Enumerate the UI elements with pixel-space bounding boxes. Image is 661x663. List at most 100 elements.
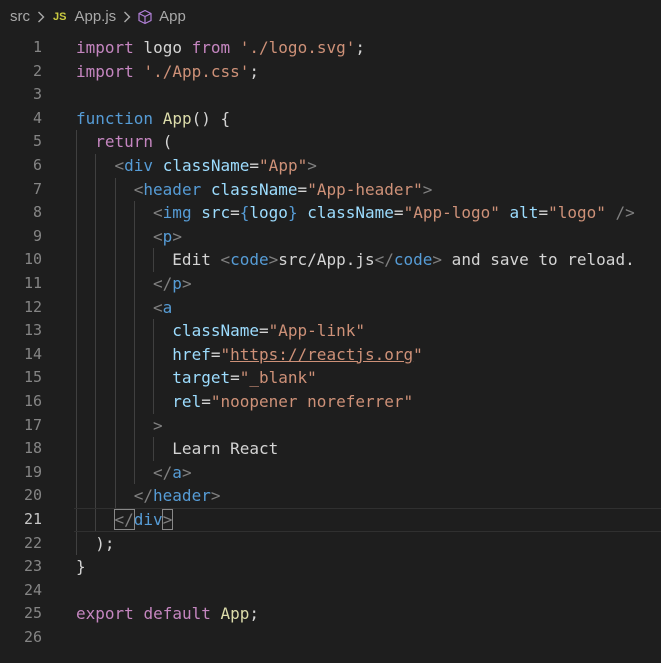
code-line[interactable]: 16 rel="noopener noreferrer" [0, 390, 661, 414]
code-line[interactable]: 22); [0, 531, 661, 556]
code-token: from [191, 38, 231, 57]
indent-guide [95, 484, 97, 508]
line-number: 10 [23, 250, 42, 269]
code-line[interactable]: 9 <p> [0, 224, 661, 249]
indent-guide [95, 319, 97, 343]
code-token: > [172, 226, 182, 246]
code-content: <header className="App-header"> [134, 178, 433, 202]
indent-guide [95, 390, 97, 414]
code-line[interactable]: 25 export default App; [0, 602, 661, 626]
code-token: './App.css' [143, 61, 250, 81]
indent-guide [76, 295, 77, 320]
code-token: > [210, 486, 221, 506]
code-token: export [76, 604, 134, 624]
indent-guide [153, 248, 155, 272]
code-token: className [172, 321, 259, 341]
line-number: 14 [23, 344, 42, 363]
line-number: 21 [23, 510, 42, 528]
code-content: <img src={logo} className="App-logo" alt… [153, 201, 635, 225]
line-number: 1 [32, 38, 42, 56]
breadcrumb-file[interactable]: JS App.js [51, 8, 116, 25]
code-line[interactable]: 19 </a> [0, 460, 661, 485]
code-token: "App-header" [307, 179, 423, 199]
line-number: 13 [23, 321, 42, 340]
code-content: target="_blank" [172, 366, 317, 390]
code-line[interactable]: 18 Learn React [0, 437, 661, 461]
code-content: return ( [95, 130, 172, 154]
code-token: = [230, 203, 240, 223]
line-number: 5 [32, 132, 42, 151]
indent-guide [133, 272, 135, 296]
code-line[interactable]: 10 Edit <code>src/App.js</code> and save … [0, 248, 661, 272]
code-token: = [201, 392, 211, 411]
code-line[interactable]: 1 import logo from './logo.svg'; [0, 36, 661, 60]
code-token: "App-logo" [403, 203, 500, 223]
code-token: > [181, 462, 192, 482]
code-token: src/App.js [278, 250, 375, 270]
code-line[interactable]: 5 return ( [0, 130, 661, 154]
code-line[interactable]: 23} [0, 555, 661, 579]
code-line[interactable]: 11 </p> [0, 272, 661, 296]
code-line[interactable]: 4 function App() { [0, 107, 661, 131]
code-line[interactable]: 3 [0, 83, 661, 107]
code-line[interactable]: 21 </div> [0, 508, 661, 532]
code-token: code [393, 250, 433, 270]
code-token: className [307, 203, 394, 223]
indent-guide [76, 484, 77, 508]
indent-guide [114, 224, 116, 249]
indent-guide [76, 390, 77, 414]
code-token: ; [355, 38, 365, 57]
indent-guide [114, 460, 116, 485]
indent-guide [95, 460, 97, 485]
indent-guide [76, 413, 77, 438]
indent-guide [153, 342, 155, 367]
code-content: ); [95, 532, 114, 556]
breadcrumb-symbol[interactable]: App [137, 8, 186, 25]
code-token: } [76, 557, 86, 577]
code-token: className [210, 179, 298, 199]
code-line[interactable]: 6 <div className="App"> [0, 154, 661, 178]
indent-guide [133, 366, 135, 390]
line-number: 2 [32, 61, 42, 80]
code-line[interactable]: 2 import './App.css'; [0, 60, 661, 84]
indent-guide [153, 437, 155, 461]
code-token: "logo" [548, 203, 606, 223]
code-line[interactable]: 20 </header> [0, 484, 661, 508]
code-line[interactable]: 14 href="https://reactjs.org" [0, 342, 661, 367]
line-number: 7 [32, 179, 42, 198]
indent-guide [114, 390, 116, 414]
indent-guide [133, 390, 135, 414]
chevron-right-icon [123, 11, 131, 23]
code-token: </ [133, 486, 154, 506]
code-line[interactable]: 8 <img src={logo} className="App-logo" al… [0, 201, 661, 225]
line-number: 11 [23, 274, 42, 292]
code-line[interactable]: 13 className="App-link" [0, 319, 661, 343]
code-line[interactable]: 15 target="_blank" [0, 366, 661, 390]
code-line[interactable]: 12 <a [0, 295, 661, 320]
code-line[interactable]: 7 <header className="App-header"> [0, 177, 661, 202]
breadcrumb-folder[interactable]: src [10, 8, 30, 25]
code-line[interactable]: 17 > [0, 413, 661, 438]
code-content: </header> [134, 484, 221, 508]
code-content: export default App; [76, 602, 259, 626]
code-line[interactable]: 26 [0, 626, 661, 650]
line-number: 8 [32, 203, 42, 222]
line-number: 22 [23, 533, 42, 552]
code-token: > [153, 415, 163, 435]
code-token: div [124, 156, 154, 175]
indent-guide [133, 224, 135, 249]
code-token: import [76, 38, 134, 57]
code-token: function [76, 108, 154, 128]
code-token: > [422, 179, 433, 199]
code-line[interactable]: 24 [0, 579, 661, 603]
line-number: 16 [23, 392, 42, 410]
code-token: > [307, 156, 317, 175]
indent-guide [114, 295, 116, 320]
